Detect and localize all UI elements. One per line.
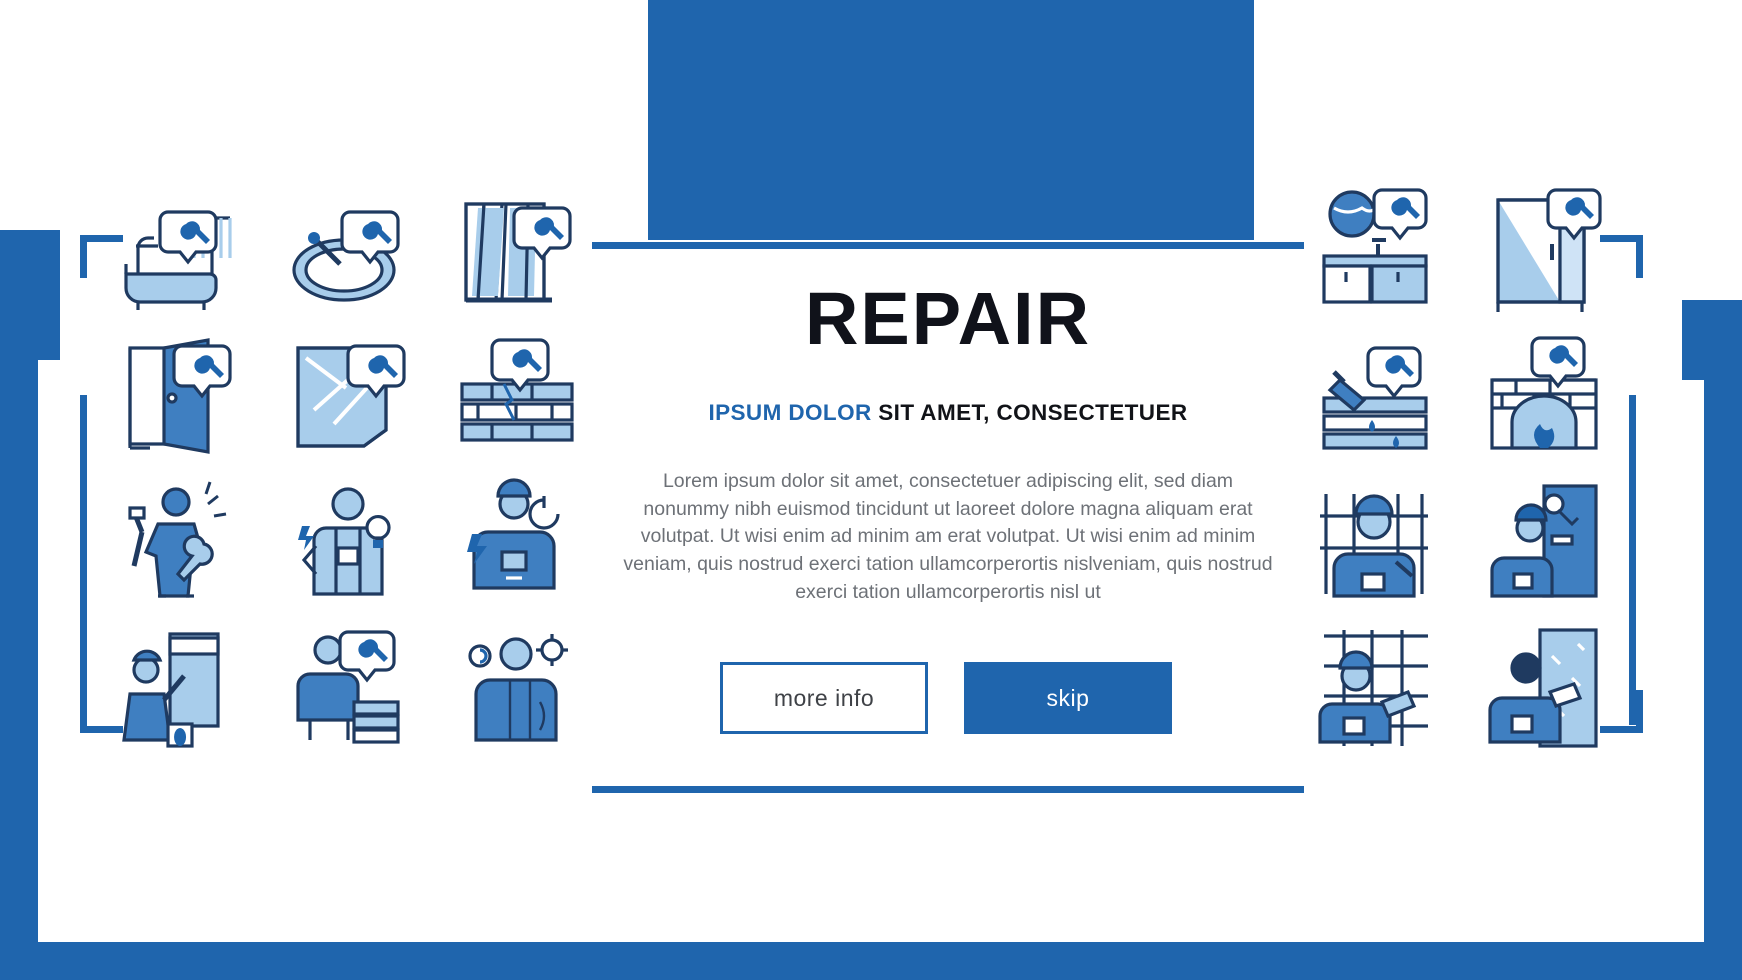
icon-worker-tiles-repair: [276, 616, 444, 762]
subtitle-accent: IPSUM DOLOR: [708, 400, 872, 425]
right-blue-tab: [1682, 300, 1742, 380]
top-left-white-notch: [0, 0, 648, 38]
icon-lock-door-repair: [1478, 470, 1646, 616]
left-blue-tab: [0, 230, 60, 360]
icon-wardrobe-cabinet-repair: [1478, 178, 1646, 324]
icon-pipe-leak-repair: [1310, 324, 1478, 470]
icon-handyman-with-tools: [108, 470, 276, 616]
more-info-button[interactable]: more info: [720, 662, 928, 734]
button-row: more info skip: [720, 662, 1180, 734]
left-icon-grid: [108, 178, 612, 762]
icon-broken-window-repair: [276, 324, 444, 470]
icon-kitchen-counter-repair: [1310, 178, 1478, 324]
subtitle-rest: SIT AMET, CONSECTETUER: [871, 400, 1188, 425]
left-vertical-rule: [80, 395, 87, 725]
skip-button[interactable]: skip: [964, 662, 1172, 734]
icon-carpenter-wood-repair: [444, 616, 612, 762]
page-title: REPAIR: [804, 277, 1092, 360]
icon-electrician-worker: [444, 470, 612, 616]
icon-brick-wall-crack-repair: [444, 324, 612, 470]
left-white-notch: [0, 0, 38, 230]
icon-tile-grid-worker: [1310, 616, 1478, 762]
right-white-notch: [1704, 0, 1742, 300]
icon-sink-basin-repair: [276, 178, 444, 324]
center-top-rule: [592, 242, 1304, 249]
icon-window-glass-repair: [444, 178, 612, 324]
body-paragraph: Lorem ipsum dolor sit amet, consectetuer…: [623, 470, 1273, 603]
top-center-blue-block: [648, 0, 1254, 250]
page-subtitle: IPSUM DOLOR SIT AMET, CONSECTETUER: [560, 400, 1336, 426]
center-bottom-rule: [592, 786, 1304, 793]
icon-fireplace-repair: [1478, 324, 1646, 470]
icon-painter-roller: [108, 616, 276, 762]
right-icon-grid: [1310, 178, 1646, 762]
icon-fence-repair-worker: [1310, 470, 1478, 616]
icon-wall-plaster-worker: [1478, 616, 1646, 762]
icon-door-repair: [108, 324, 276, 470]
landing-page-banner: REPAIR IPSUM DOLOR SIT AMET, CONSECTETUE…: [0, 0, 1742, 980]
top-right-white-notch: [1254, 0, 1742, 38]
icon-electrician-lightbulb: [276, 470, 444, 616]
icon-bathtub-shower-repair: [108, 178, 276, 324]
